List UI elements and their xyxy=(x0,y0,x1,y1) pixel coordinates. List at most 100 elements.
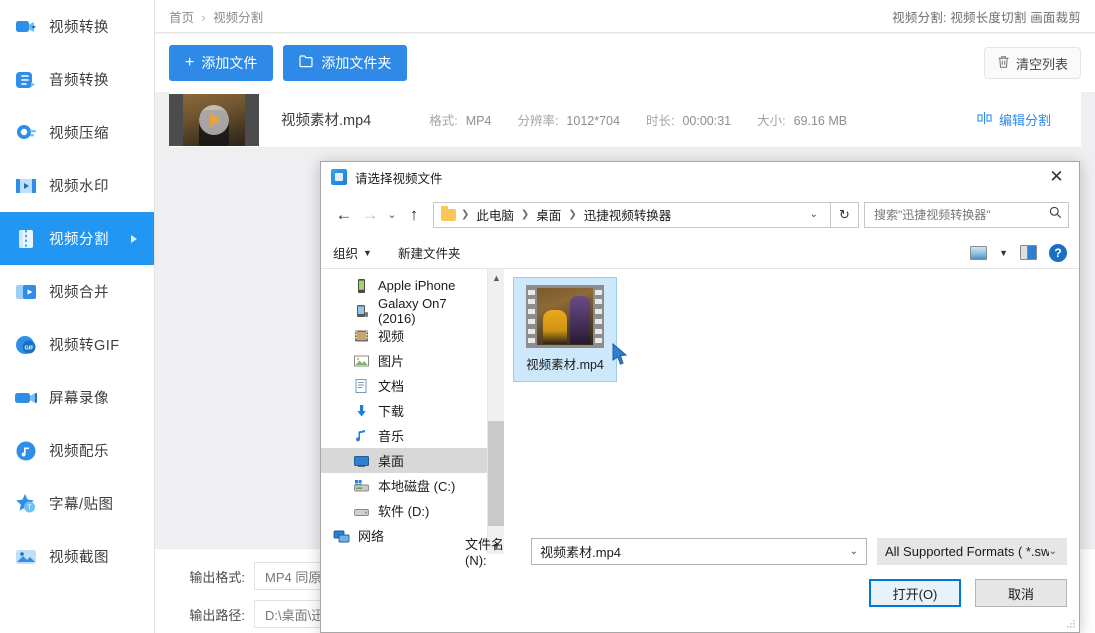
app-window: 视频转换 音频转换 视频压缩 视频水印 视频分割 视频合并 GIF 视频转GIF… xyxy=(0,0,1095,633)
nav-item-label: 图片 xyxy=(378,354,405,369)
sidebar-item-audio-convert[interactable]: 音频转换 xyxy=(0,53,154,106)
chevron-down-icon[interactable]: ⌄ xyxy=(383,202,401,228)
chevron-right-icon xyxy=(131,234,137,243)
filename-input[interactable]: 视频素材.mp4 ⌄ xyxy=(531,537,867,565)
meta-format-value: MP4 xyxy=(465,114,492,128)
organize-label: 组织 xyxy=(333,247,359,261)
scrollbar-thumb[interactable] xyxy=(488,421,505,526)
add-file-button[interactable]: + 添加文件 xyxy=(169,45,274,81)
resize-grip-icon[interactable] xyxy=(1066,619,1076,629)
output-format-label: 输出格式: xyxy=(189,569,245,585)
nav-item-downloads[interactable]: 下载 xyxy=(321,398,487,423)
sidebar-item-video-merge[interactable]: 视频合并 xyxy=(0,265,154,318)
nav-item-label: 下载 xyxy=(378,404,405,419)
sidebar-item-label: 视频配乐 xyxy=(49,444,109,460)
clear-list-label: 清空列表 xyxy=(1015,56,1068,72)
video-watermark-icon xyxy=(14,174,38,198)
play-icon[interactable] xyxy=(199,104,229,135)
video-split-icon xyxy=(14,227,38,251)
add-folder-label: 添加文件夹 xyxy=(321,55,392,71)
nav-item-videos[interactable]: 视频 xyxy=(321,323,487,348)
path-segment-desktop[interactable]: 桌面 xyxy=(534,205,563,224)
app-icon xyxy=(331,169,347,185)
sidebar-item-video-to-gif[interactable]: GIF 视频转GIF xyxy=(0,318,154,371)
view-mode-icon[interactable] xyxy=(970,245,988,260)
chevron-down-icon[interactable]: ⌄ xyxy=(802,209,826,220)
new-folder-button[interactable]: 新建文件夹 xyxy=(398,243,461,262)
search-placeholder: 搜索"迅捷视频转换器" xyxy=(874,208,991,222)
nav-item-galaxy-on7[interactable]: Galaxy On7 (2016) xyxy=(321,296,487,326)
plus-icon: + xyxy=(185,54,195,71)
sidebar-item-label: 屏幕录像 xyxy=(49,391,109,407)
file-meta: 格式: MP4 分辨率: 1012*704 时长: 00:00:31 大小: 6… xyxy=(429,110,873,129)
chevron-down-icon[interactable]: ⌄ xyxy=(850,546,862,557)
topbar-hint: 视频分割: 视频长度切割 画面裁剪 xyxy=(892,10,1081,25)
search-input[interactable]: 搜索"迅捷视频转换器" xyxy=(864,201,1069,228)
breadcrumb-home[interactable]: 首页 xyxy=(169,11,194,25)
video-music-icon xyxy=(14,439,38,463)
file-type-filter[interactable]: All Supported Formats ( *.sw ⌄ xyxy=(877,537,1067,565)
meta-resolution-value: 1012*704 xyxy=(566,114,620,128)
path-separator: ❯ xyxy=(461,209,470,220)
subtitle-sticker-icon: T xyxy=(14,492,38,516)
arrow-left-icon[interactable]: ← xyxy=(331,202,357,228)
nav-item-documents[interactable]: 文档 xyxy=(321,373,487,398)
system-drive-icon xyxy=(353,478,370,494)
sidebar-item-video-music[interactable]: 视频配乐 xyxy=(0,424,154,477)
organize-menu[interactable]: 组织 ▼ xyxy=(333,243,372,262)
sidebar-item-label: 视频分割 xyxy=(49,232,109,248)
nav-item-music[interactable]: 音乐 xyxy=(321,423,487,448)
path-breadcrumb[interactable]: ❯ 此电脑 ❯ 桌面 ❯ 迅捷视频转换器 ⌄ xyxy=(433,201,831,228)
add-file-label: 添加文件 xyxy=(201,55,258,71)
video-screenshot-icon xyxy=(14,545,38,569)
arrow-up-icon[interactable]: ↑ xyxy=(401,202,427,228)
video-compress-icon xyxy=(14,121,38,145)
close-icon[interactable]: ✕ xyxy=(1034,162,1079,192)
pictures-folder-icon xyxy=(353,353,370,369)
nav-item-software-d[interactable]: 软件 (D:) xyxy=(321,498,487,523)
chevron-up-icon[interactable]: ▲ xyxy=(488,269,505,286)
open-button[interactable]: 打开(O) xyxy=(869,579,961,607)
sidebar-item-video-convert[interactable]: 视频转换 xyxy=(0,0,154,53)
mouse-cursor-icon xyxy=(612,343,628,365)
add-folder-button[interactable]: 添加文件夹 xyxy=(283,45,408,81)
nav-item-label: 文档 xyxy=(378,379,405,394)
chevron-down-icon[interactable]: ▼ xyxy=(999,248,1008,258)
nav-item-apple-iphone[interactable]: Apple iPhone xyxy=(321,273,487,298)
nav-item-pictures[interactable]: 图片 xyxy=(321,348,487,373)
sidebar-item-subtitle-sticker[interactable]: T 字幕/贴图 xyxy=(0,477,154,530)
help-icon[interactable]: ? xyxy=(1049,243,1067,262)
arrow-right-icon[interactable]: → xyxy=(357,202,383,228)
sidebar-item-video-split[interactable]: 视频分割 xyxy=(0,212,154,265)
dialog-body: Apple iPhone Galaxy On7 (2016) 视频 图片 文档 xyxy=(321,269,1079,554)
meta-duration-value: 00:00:31 xyxy=(682,114,732,128)
sidebar: 视频转换 音频转换 视频压缩 视频水印 视频分割 视频合并 GIF 视频转GIF… xyxy=(0,0,155,633)
edit-split-button[interactable]: 编辑分割 xyxy=(977,110,1051,129)
sidebar-item-label: 字幕/贴图 xyxy=(49,497,114,513)
nav-item-desktop[interactable]: 桌面 xyxy=(321,448,487,473)
path-segment-computer[interactable]: 此电脑 xyxy=(474,205,516,224)
path-segment-folder[interactable]: 迅捷视频转换器 xyxy=(582,205,674,224)
sidebar-item-label: 视频压缩 xyxy=(49,126,109,142)
split-icon xyxy=(977,111,992,128)
file-list-pane[interactable]: 视频素材.mp4 xyxy=(504,269,1079,554)
nav-item-local-disk-c[interactable]: 本地磁盘 (C:) xyxy=(321,473,487,498)
cancel-button[interactable]: 取消 xyxy=(975,579,1067,607)
dialog-buttons: 打开(O) 取消 xyxy=(321,568,1079,607)
breadcrumb-separator: › xyxy=(201,10,206,25)
sidebar-item-video-screenshot[interactable]: 视频截图 xyxy=(0,530,154,583)
sidebar-item-video-watermark[interactable]: 视频水印 xyxy=(0,159,154,212)
refresh-icon[interactable]: ↻ xyxy=(831,201,859,228)
new-folder-label: 新建文件夹 xyxy=(397,247,461,261)
preview-pane-icon[interactable] xyxy=(1020,245,1037,260)
file-tile[interactable]: 视频素材.mp4 xyxy=(513,277,617,382)
file-list-row[interactable]: 视频素材.mp4 格式: MP4 分辨率: 1012*704 时长: 00:00… xyxy=(169,92,1081,148)
desktop-icon xyxy=(353,453,370,469)
documents-folder-icon xyxy=(353,378,370,394)
sidebar-item-video-compress[interactable]: 视频压缩 xyxy=(0,106,154,159)
meta-format: 格式: MP4 xyxy=(429,110,491,129)
nav-pane-scrollbar[interactable]: ▲ ▼ xyxy=(487,269,505,554)
clear-list-button[interactable]: 清空列表 xyxy=(983,47,1081,79)
nav-item-label: 桌面 xyxy=(378,454,405,469)
sidebar-item-screen-record[interactable]: 屏幕录像 xyxy=(0,371,154,424)
